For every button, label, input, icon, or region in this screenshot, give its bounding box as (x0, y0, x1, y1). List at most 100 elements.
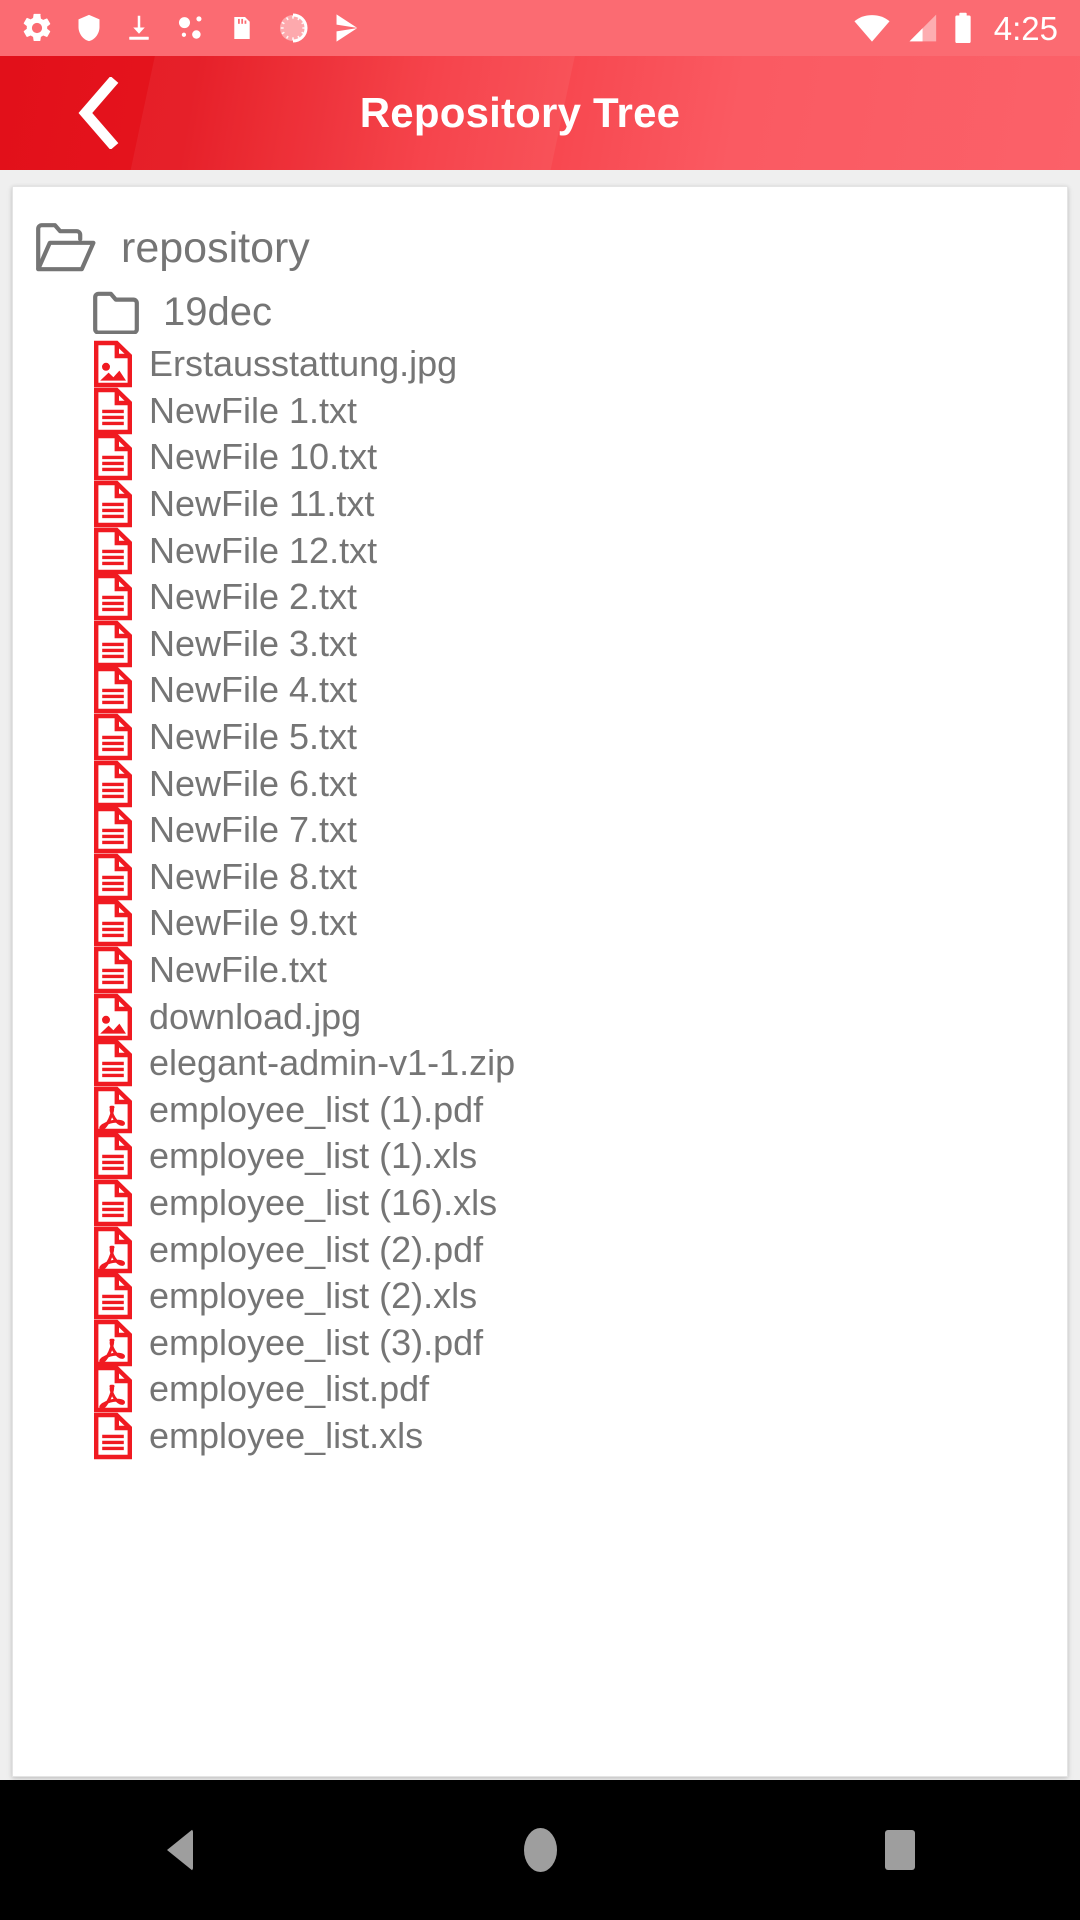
repository-tree[interactable]: repository 19dec Erstausstattung.jpg NewFil… (13, 187, 1067, 1460)
tree-folder-row[interactable]: repository (13, 213, 1067, 283)
tree-file-row[interactable]: employee_list (2).xls (13, 1272, 1067, 1320)
status-bar-right-icons: 4:25 (852, 11, 1058, 45)
battery-icon (955, 12, 971, 44)
file-text-icon (94, 713, 132, 761)
tree-node-label: NewFile 11.txt (149, 483, 375, 525)
file-text-icon (94, 1133, 132, 1180)
tree-node-label: employee_list.pdf (149, 1368, 430, 1410)
tree-node-label: NewFile 1.txt (149, 389, 358, 431)
tree-node-label: repository (121, 223, 310, 272)
tree-node-label: download.jpg (149, 995, 362, 1037)
settings-gear-icon (23, 13, 51, 42)
tree-node-label: employee_list (2).pdf (149, 1228, 484, 1270)
square-recents-icon (885, 1830, 915, 1870)
tree-node-label: NewFile 12.txt (149, 529, 378, 571)
sync-circle-icon (279, 13, 308, 43)
file-pdf-icon (94, 1366, 132, 1413)
tree-node-label: NewFile 8.txt (149, 855, 358, 897)
tree-node-label: employee_list (2).xls (149, 1275, 478, 1317)
tree-folder-row[interactable]: 19dec (13, 283, 1067, 341)
tree-file-row[interactable]: NewFile 1.txt (13, 387, 1067, 435)
tree-file-row[interactable]: NewFile 7.txt (13, 807, 1067, 854)
file-pdf-icon (94, 1319, 132, 1366)
dots-connection-icon (178, 16, 202, 39)
nav-home-button[interactable] (440, 1780, 640, 1920)
tree-file-row[interactable]: Erstausstattung.jpg (13, 341, 1067, 388)
file-text-icon (94, 1412, 132, 1460)
tree-node-label: NewFile 6.txt (149, 762, 358, 804)
tree-file-row[interactable]: employee_list (2).pdf (13, 1226, 1067, 1273)
file-text-icon (94, 853, 132, 901)
tree-file-row[interactable]: employee_list (1).xls (13, 1133, 1067, 1180)
file-text-icon (94, 434, 132, 481)
tree-node-label: employee_list (1).pdf (149, 1088, 484, 1130)
tree-file-row[interactable]: NewFile 10.txt (13, 434, 1067, 481)
tree-file-row[interactable]: NewFile 5.txt (13, 713, 1067, 761)
tree-file-row[interactable]: NewFile 3.txt (13, 620, 1067, 668)
file-text-icon (94, 620, 132, 668)
tree-node-label: NewFile 9.txt (149, 902, 358, 944)
tree-node-label: NewFile 5.txt (149, 716, 358, 758)
tree-node-label: employee_list (16).xls (149, 1181, 498, 1223)
tree-node-label: NewFile 2.txt (149, 576, 358, 618)
tree-node-label: employee_list.xls (149, 1414, 424, 1456)
tree-node-label: 19dec (163, 289, 272, 334)
tree-file-row[interactable]: NewFile 2.txt (13, 574, 1067, 621)
tree-node-label: elegant-admin-v1-1.zip (149, 1042, 516, 1084)
tree-card: repository 19dec Erstausstattung.jpg NewFil… (12, 186, 1068, 1777)
shield-icon (78, 14, 100, 42)
tree-file-row[interactable]: NewFile 9.txt (13, 900, 1067, 947)
tree-node-label: NewFile 7.txt (149, 809, 358, 851)
file-text-icon (94, 574, 132, 621)
folder-closed-icon (93, 291, 139, 334)
tree-file-row[interactable]: NewFile.txt (13, 946, 1067, 994)
file-text-icon (94, 946, 132, 994)
file-text-icon (94, 807, 132, 854)
android-navigation-bar (0, 1780, 1080, 1920)
file-pdf-icon (94, 1086, 132, 1133)
wifi-icon (854, 15, 890, 42)
file-text-icon (94, 1040, 132, 1087)
tree-file-row[interactable]: NewFile 11.txt (13, 480, 1067, 528)
file-text-icon (94, 1272, 132, 1320)
tree-node-label: NewFile 4.txt (149, 669, 358, 711)
phone-screen: 4:25 Repository Tree repository 19dec Erst… (0, 0, 1080, 1920)
tree-file-row[interactable]: employee_list.pdf (13, 1366, 1067, 1413)
sd-card-icon (234, 17, 250, 39)
tree-file-row[interactable]: NewFile 12.txt (13, 527, 1067, 574)
file-text-icon (94, 900, 132, 947)
tree-node-label: NewFile.txt (149, 949, 328, 991)
nav-back-button[interactable] (80, 1780, 280, 1920)
app-bar: Repository Tree (0, 56, 1080, 170)
status-bar-clock: 4:25 (993, 9, 1058, 47)
cellular-signal-icon (909, 14, 936, 42)
file-text-icon (94, 387, 132, 435)
nav-recents-button[interactable] (800, 1780, 1000, 1920)
tree-file-row[interactable]: elegant-admin-v1-1.zip (13, 1040, 1067, 1087)
status-bar: 4:25 (0, 0, 1080, 56)
tree-file-row[interactable]: NewFile 6.txt (13, 760, 1067, 807)
file-text-icon (94, 480, 132, 528)
file-text-icon (94, 1179, 132, 1227)
folder-open-icon (36, 223, 96, 272)
tree-node-label: Erstausstattung.jpg (149, 343, 458, 385)
download-icon (129, 15, 149, 40)
tree-node-label: employee_list (1).xls (149, 1135, 478, 1177)
tree-node-label: NewFile 3.txt (149, 622, 358, 664)
tree-file-row[interactable]: employee_list (1).pdf (13, 1086, 1067, 1134)
status-bar-left-icons (20, 11, 364, 45)
tree-file-row[interactable]: employee_list.xls (13, 1412, 1067, 1460)
play-arrow-icon (336, 14, 358, 42)
tree-file-row[interactable]: download.jpg (13, 993, 1067, 1040)
file-image-icon (94, 993, 132, 1040)
tree-file-row[interactable]: NewFile 8.txt (13, 853, 1067, 901)
tree-node-label: employee_list (3).pdf (149, 1321, 484, 1363)
file-pdf-icon (94, 1226, 132, 1273)
tree-node-label: NewFile 10.txt (149, 436, 378, 478)
tree-file-row[interactable]: NewFile 4.txt (13, 667, 1067, 714)
tree-file-row[interactable]: employee_list (16).xls (13, 1179, 1067, 1227)
file-text-icon (94, 667, 132, 714)
tree-file-row[interactable]: employee_list (3).pdf (13, 1319, 1067, 1366)
file-image-icon (94, 341, 132, 388)
circle-home-icon (523, 1828, 557, 1872)
